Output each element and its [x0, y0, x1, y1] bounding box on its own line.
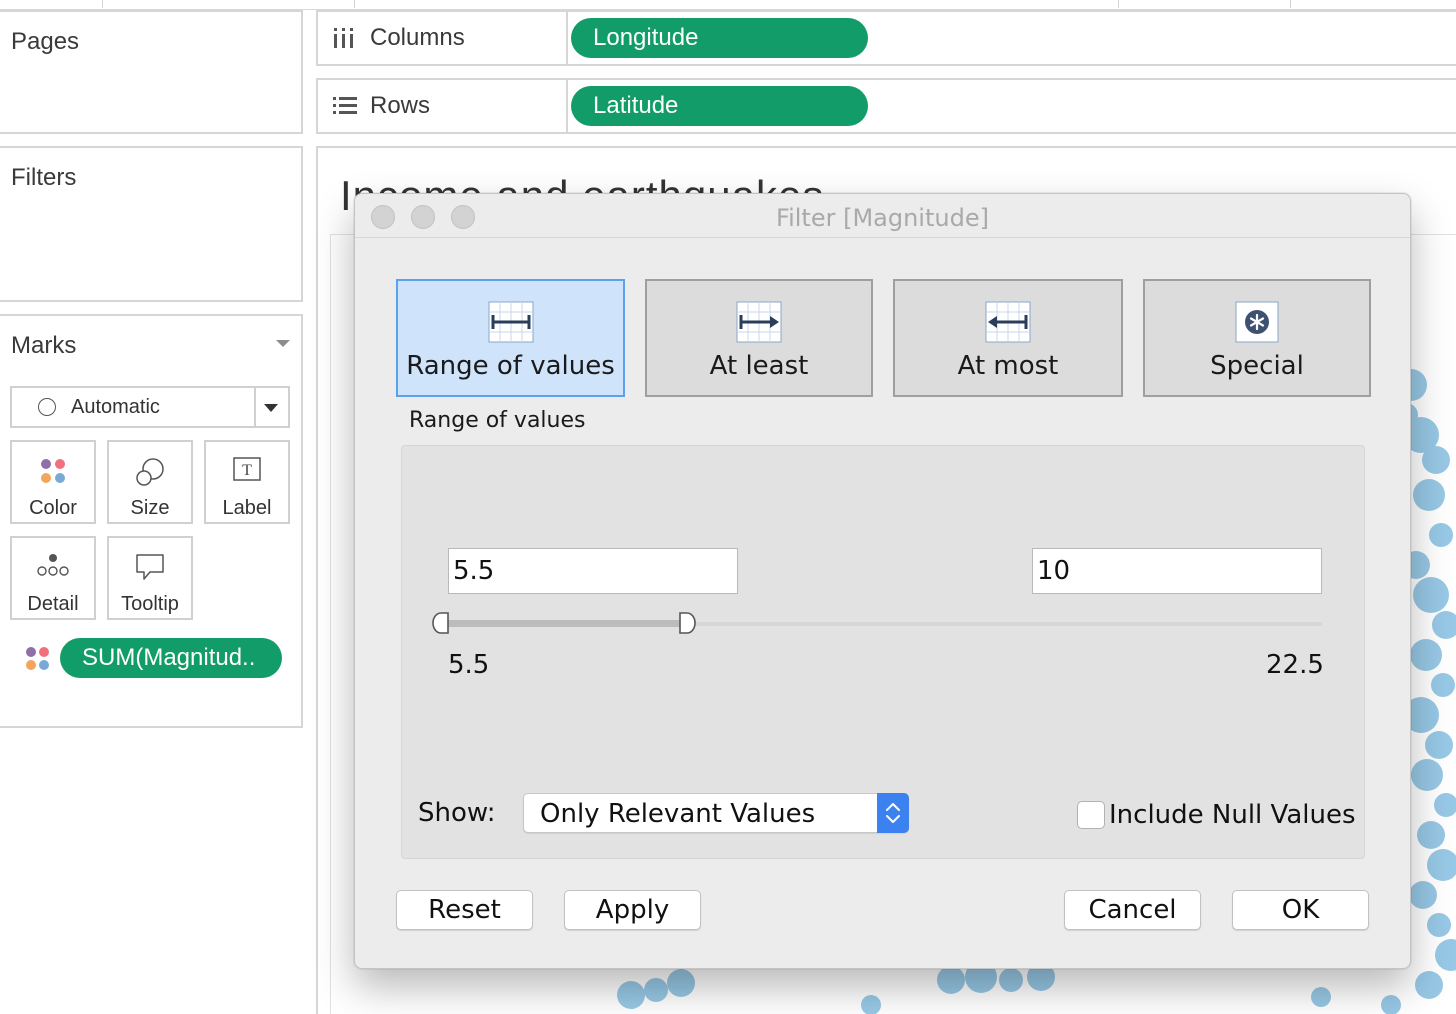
special-icon [1235, 301, 1279, 343]
range-min-label: 5.5 [448, 650, 490, 680]
at-least-label: At least [709, 351, 809, 381]
range-of-values-tab[interactable]: Range of values [396, 279, 625, 397]
max-value-input[interactable]: 10 [1032, 548, 1322, 594]
min-value-input[interactable]: 5.5 [448, 548, 738, 594]
slider-min-handle[interactable] [432, 612, 450, 634]
color-label: Color [29, 497, 77, 519]
shelf-divider [566, 12, 568, 64]
rows-shelf[interactable]: Rows [316, 78, 1456, 134]
mark-type-value: Automatic [71, 396, 160, 418]
include-null-checkbox[interactable] [1077, 801, 1105, 829]
rows-label: Rows [370, 92, 431, 119]
size-label: Size [130, 497, 170, 519]
color-encoding-icon [26, 647, 49, 670]
filter-dialog: Filter [Magnitude] Range of values At le… [354, 193, 1411, 969]
at-least-tab[interactable]: At least [645, 279, 873, 397]
svg-text:T: T [242, 462, 252, 479]
dialog-title: Filter [Magnitude] [776, 204, 989, 232]
rows-icon [333, 97, 357, 114]
text-label-icon: T [233, 457, 261, 481]
apply-button[interactable]: Apply [564, 890, 701, 930]
range-of-values-label: Range of values [406, 351, 615, 381]
size-button[interactable]: Size [107, 440, 193, 524]
longitude-pill[interactable]: Longitude [571, 18, 868, 58]
columns-label: Columns [370, 24, 465, 51]
special-tab[interactable]: Special [1143, 279, 1371, 397]
marks-card-menu-icon[interactable] [276, 340, 290, 347]
pages-title: Pages [11, 28, 80, 55]
speech-bubble-icon [136, 554, 164, 580]
at-most-icon [985, 301, 1031, 343]
columns-icon [334, 28, 353, 48]
columns-shelf[interactable]: Columns [316, 10, 1456, 66]
color-button[interactable]: Color [10, 440, 96, 524]
size-circles-icon [136, 458, 164, 486]
chevron-down-icon[interactable] [264, 404, 278, 412]
top-toolbar-strip [0, 0, 1456, 10]
circle-mark-icon [38, 398, 56, 416]
at-most-tab[interactable]: At most [893, 279, 1123, 397]
slider-max-handle[interactable] [678, 612, 696, 634]
mark-type-select[interactable]: Automatic [10, 386, 290, 428]
at-most-label: At most [957, 351, 1059, 381]
shelf-divider [566, 80, 568, 132]
cancel-button[interactable]: Cancel [1064, 890, 1201, 930]
range-max-label: 22.5 [1266, 650, 1324, 680]
label-button[interactable]: T Label [204, 440, 290, 524]
range-icon [488, 301, 533, 343]
show-values-value: Only Relevant Values [540, 799, 816, 829]
filters-title: Filters [11, 164, 77, 191]
ok-button[interactable]: OK [1232, 890, 1369, 930]
at-least-icon [736, 301, 782, 343]
tooltip-label: Tooltip [121, 593, 179, 615]
include-null-label: Include Null Values [1109, 800, 1356, 830]
marks-title: Marks [11, 332, 77, 359]
show-values-select[interactable]: Only Relevant Values [523, 793, 909, 833]
label-label: Label [222, 497, 272, 519]
toolbar-divider [102, 0, 103, 8]
toolbar-divider [354, 0, 355, 8]
section-label: Range of values [409, 408, 586, 433]
reset-button[interactable]: Reset [396, 890, 533, 930]
range-panel: 5.5 10 5.5 22.5 Show: Only Relevant Valu… [401, 445, 1365, 859]
dialog-titlebar[interactable]: Filter [Magnitude] [355, 194, 1410, 238]
show-label: Show: [418, 798, 496, 828]
tooltip-button[interactable]: Tooltip [107, 536, 193, 620]
magnitude-pill[interactable]: SUM(Magnitud.. [60, 638, 282, 678]
toolbar-divider [1118, 0, 1119, 8]
up-down-chevron-icon [886, 803, 900, 823]
select-stepper[interactable] [877, 793, 909, 833]
slider-selected-range [442, 620, 688, 627]
color-dots-icon [41, 459, 65, 483]
detail-dots-icon [37, 554, 69, 576]
toolbar-divider [1290, 0, 1291, 8]
dropdown-divider [254, 388, 256, 426]
detail-button[interactable]: Detail [10, 536, 96, 620]
detail-label: Detail [27, 593, 79, 615]
special-label: Special [1210, 351, 1304, 381]
latitude-pill[interactable]: Latitude [571, 86, 868, 126]
